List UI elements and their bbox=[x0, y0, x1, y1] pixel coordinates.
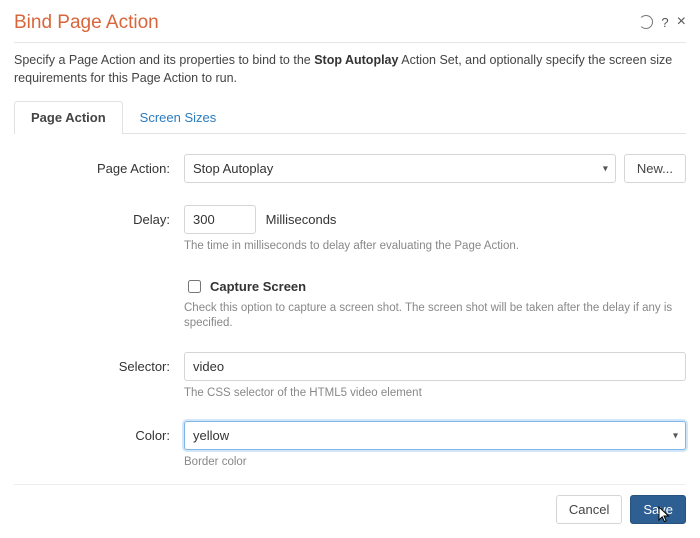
capture-screen-checkbox[interactable] bbox=[188, 280, 201, 293]
page-action-select-wrap: Stop Autoplay bbox=[184, 154, 616, 183]
row-page-action: Page Action: Stop Autoplay New... bbox=[14, 154, 686, 183]
close-icon[interactable]: × bbox=[677, 13, 686, 31]
color-select[interactable]: yellow bbox=[184, 421, 686, 450]
capture-screen-label: Capture Screen bbox=[210, 279, 306, 294]
desc-pre: Specify a Page Action and its properties… bbox=[14, 53, 314, 67]
row-color: Color: yellow Border color bbox=[14, 421, 686, 487]
selector-hint: The CSS selector of the HTML5 video elem… bbox=[184, 386, 686, 402]
help-icon[interactable]: ? bbox=[661, 15, 668, 30]
bind-page-action-dialog: Bind Page Action ? × Specify a Page Acti… bbox=[0, 0, 700, 538]
row-capture: Capture Screen Check this option to capt… bbox=[14, 275, 686, 348]
tab-screen-sizes[interactable]: Screen Sizes bbox=[123, 101, 234, 134]
row-delay: Delay: Milliseconds The time in millisec… bbox=[14, 205, 686, 271]
save-button-label: Save bbox=[643, 502, 673, 517]
desc-bold: Stop Autoplay bbox=[314, 53, 398, 67]
delay-input[interactable] bbox=[184, 205, 256, 234]
tab-page-action[interactable]: Page Action bbox=[14, 101, 123, 134]
capture-hint: Check this option to capture a screen sh… bbox=[184, 301, 686, 332]
dialog-header: Bind Page Action ? × bbox=[14, 10, 686, 40]
color-hint: Border color bbox=[184, 455, 686, 471]
row-page-action-spacer bbox=[14, 187, 686, 201]
label-selector: Selector: bbox=[14, 352, 184, 374]
header-divider bbox=[14, 42, 686, 43]
refresh-icon[interactable] bbox=[639, 14, 653, 31]
form-body: Page Action: Stop Autoplay New... Delay:… bbox=[14, 154, 686, 487]
dialog-title: Bind Page Action bbox=[14, 12, 159, 34]
delay-hint: The time in milliseconds to delay after … bbox=[184, 239, 686, 255]
save-button[interactable]: Save bbox=[630, 495, 686, 524]
color-select-wrap: yellow bbox=[184, 421, 686, 450]
selector-input[interactable] bbox=[184, 352, 686, 381]
dialog-header-icons: ? × bbox=[639, 10, 686, 31]
new-page-action-button[interactable]: New... bbox=[624, 154, 686, 183]
tab-strip: Page Action Screen Sizes bbox=[14, 101, 686, 134]
cancel-button[interactable]: Cancel bbox=[556, 495, 622, 524]
page-action-select[interactable]: Stop Autoplay bbox=[184, 154, 616, 183]
dialog-description: Specify a Page Action and its properties… bbox=[14, 51, 686, 87]
row-selector: Selector: The CSS selector of the HTML5 … bbox=[14, 352, 686, 418]
label-color: Color: bbox=[14, 421, 184, 443]
dialog-footer: Cancel Save bbox=[14, 484, 686, 524]
label-page-action: Page Action: bbox=[14, 154, 184, 176]
delay-unit: Milliseconds bbox=[266, 205, 337, 227]
label-delay: Delay: bbox=[14, 205, 184, 227]
